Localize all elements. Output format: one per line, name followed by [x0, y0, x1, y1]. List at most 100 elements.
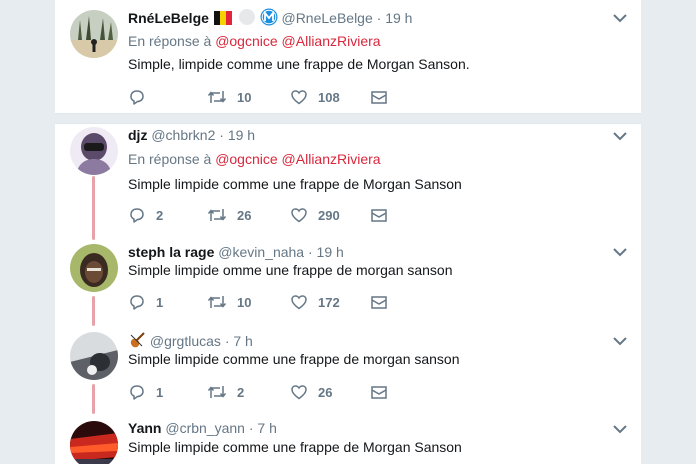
- chevron-down-icon[interactable]: [613, 424, 627, 434]
- like-button[interactable]: 290: [290, 205, 340, 225]
- mention-link[interactable]: @AllianzRiviera: [282, 151, 381, 167]
- reply-context: En réponse à @ogcnice @AllianzRiviera: [128, 150, 381, 168]
- like-count: 290: [318, 207, 340, 223]
- avatar[interactable]: [70, 244, 118, 292]
- reply-prefix: En réponse à: [128, 151, 212, 167]
- retweet-icon: [207, 91, 227, 103]
- separator: ·: [307, 244, 313, 260]
- belgium-flag-icon: [213, 10, 234, 30]
- reply-context: En réponse à @ogcnice @AllianzRiviera: [128, 32, 381, 50]
- tweet-0[interactable]: RnéLeBelge @RneLeBelge · 19 h En réponse…: [55, 0, 641, 114]
- reply-button[interactable]: 2: [128, 205, 163, 225]
- reply-icon: [130, 295, 144, 310]
- chevron-down-icon[interactable]: [613, 336, 627, 346]
- tweet-2[interactable]: steph la rage @kevin_naha · 19 h Simple …: [55, 240, 641, 328]
- retweet-count: 10: [237, 89, 252, 105]
- message-button[interactable]: [370, 205, 388, 225]
- circle-badge-icon: [238, 8, 256, 30]
- tweet-actions: 1 10 172: [128, 292, 428, 312]
- conversation-divider: [55, 113, 641, 124]
- like-button[interactable]: 26: [290, 382, 332, 402]
- reply-button[interactable]: [128, 87, 156, 107]
- handle[interactable]: @chbrkn2: [151, 127, 215, 143]
- retweet-icon: [207, 209, 227, 221]
- retweet-button[interactable]: 2: [207, 382, 244, 402]
- like-button[interactable]: 108: [290, 87, 340, 107]
- message-button[interactable]: [370, 87, 388, 107]
- separator: ·: [376, 10, 382, 26]
- tweet-3[interactable]: @grgtlucas · 7 h Simple limpide comme un…: [55, 328, 641, 416]
- heart-icon: [291, 295, 307, 310]
- heart-icon: [291, 385, 307, 400]
- handle[interactable]: @crbn_yann: [165, 420, 245, 436]
- display-name[interactable]: RnéLeBelge: [128, 10, 209, 26]
- tweet-header: Yann @crbn_yann · 7 h: [128, 419, 277, 437]
- tweet-actions: 1 2 26: [128, 382, 428, 402]
- handle[interactable]: @RneLeBelge: [281, 10, 372, 26]
- reply-icon: [130, 208, 144, 223]
- mention-link[interactable]: @AllianzRiviera: [282, 33, 381, 49]
- envelope-icon: [371, 91, 387, 104]
- reply-button[interactable]: 1: [128, 292, 163, 312]
- mention-link[interactable]: @ogcnice: [215, 33, 277, 49]
- display-name[interactable]: Yann: [128, 420, 161, 436]
- avatar[interactable]: [70, 127, 118, 175]
- timestamp[interactable]: 19 h: [317, 244, 344, 260]
- retweet-button[interactable]: 10: [207, 87, 251, 107]
- heart-icon: [291, 90, 307, 105]
- tweet-text: Simple limpide comme une frappe de Morga…: [128, 439, 462, 455]
- tweet-text: Simple, limpide comme une frappe de Morg…: [128, 56, 470, 72]
- handle[interactable]: @kevin_naha: [218, 244, 304, 260]
- retweet-count: 26: [237, 207, 252, 223]
- reply-prefix: En réponse à: [128, 33, 212, 49]
- reply-count: 1: [156, 384, 164, 400]
- message-button[interactable]: [370, 292, 388, 312]
- message-button[interactable]: [370, 382, 388, 402]
- like-count: 108: [318, 89, 340, 105]
- tweet-text: Simple limpide comme une frappe de morga…: [128, 351, 460, 367]
- retweet-button[interactable]: 26: [207, 205, 251, 225]
- like-count: 172: [318, 294, 340, 310]
- retweet-count: 2: [237, 384, 245, 400]
- timeline-column: RnéLeBelge @RneLeBelge · 19 h En réponse…: [55, 0, 641, 464]
- tweet-actions: 10 108: [128, 87, 428, 107]
- separator: ·: [224, 333, 230, 349]
- chevron-down-icon[interactable]: [613, 13, 627, 23]
- display-name[interactable]: steph la rage: [128, 244, 214, 260]
- tweet-4[interactable]: Yann @crbn_yann · 7 h Simple limpide com…: [55, 416, 641, 464]
- display-name[interactable]: djz: [128, 127, 147, 143]
- tweet-text: Simple limpide omme une frappe de morgan…: [128, 262, 453, 278]
- timestamp[interactable]: 7 h: [233, 333, 252, 349]
- retweet-icon: [207, 386, 227, 398]
- heart-icon: [291, 208, 307, 223]
- chevron-down-icon[interactable]: [613, 131, 627, 141]
- handle[interactable]: @grgtlucas: [150, 333, 221, 349]
- reply-count: 1: [156, 294, 164, 310]
- avatar[interactable]: [70, 10, 118, 58]
- reply-icon: [130, 90, 144, 105]
- reply-icon: [130, 385, 144, 400]
- reply-button[interactable]: 1: [128, 382, 163, 402]
- chevron-down-icon[interactable]: [613, 247, 627, 257]
- envelope-icon: [371, 386, 387, 399]
- retweet-button[interactable]: 10: [207, 292, 251, 312]
- reply-count: 2: [156, 207, 164, 223]
- envelope-icon: [371, 209, 387, 222]
- metro-badge-icon: [260, 8, 278, 30]
- mention-link[interactable]: @ogcnice: [215, 151, 277, 167]
- tweet-actions: 2 26 290: [128, 205, 428, 225]
- tweet-text: Simple limpide comme une frappe de Morga…: [128, 176, 462, 192]
- tweet-1[interactable]: djz @chbrkn2 · 19 h En réponse à @ogcnic…: [55, 124, 641, 238]
- separator: ·: [219, 127, 224, 143]
- envelope-icon: [371, 296, 387, 309]
- separator: ·: [248, 420, 254, 436]
- avatar[interactable]: [70, 332, 118, 380]
- tweet-header: RnéLeBelge @RneLeBelge · 19 h: [128, 8, 412, 30]
- like-button[interactable]: 172: [290, 292, 340, 312]
- avatar[interactable]: [70, 421, 118, 464]
- timestamp[interactable]: 19 h: [228, 127, 255, 143]
- tweet-header: steph la rage @kevin_naha · 19 h: [128, 243, 344, 261]
- timestamp[interactable]: 19 h: [385, 10, 412, 26]
- tweet-header: djz @chbrkn2 · 19 h: [128, 126, 255, 144]
- timestamp[interactable]: 7 h: [257, 420, 276, 436]
